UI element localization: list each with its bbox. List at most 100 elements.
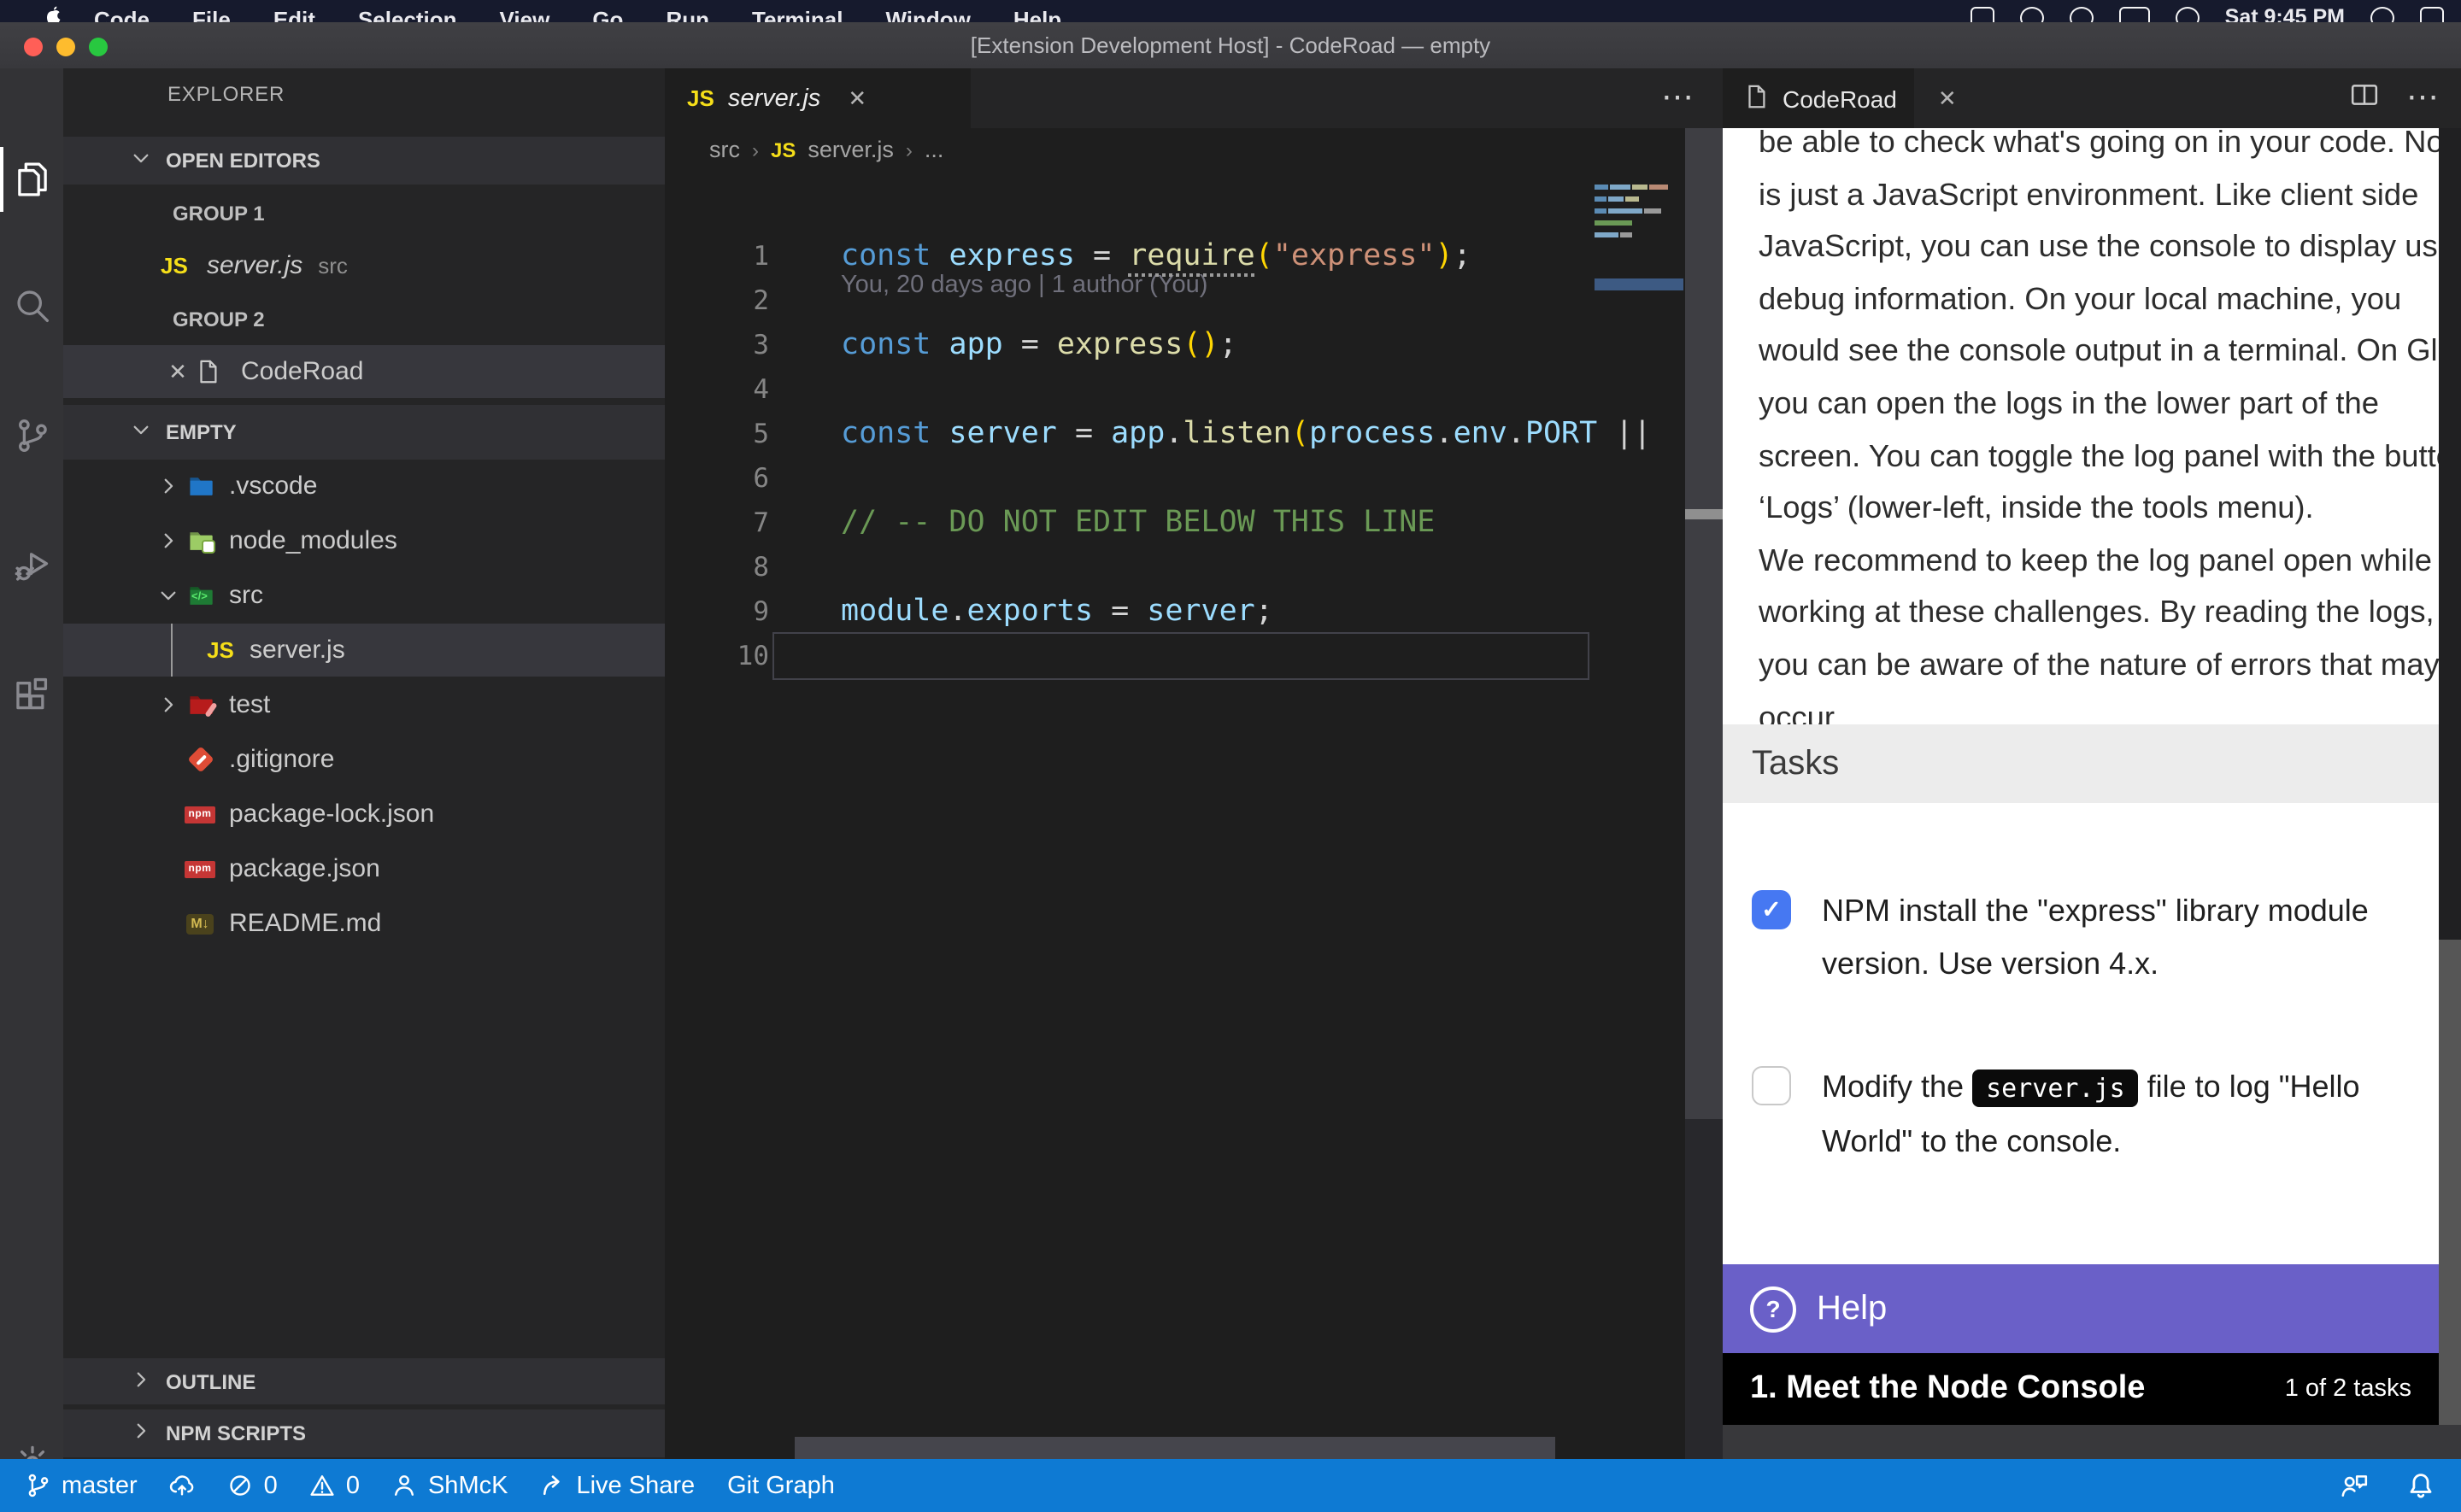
bell-icon[interactable]	[2406, 1471, 2435, 1500]
explorer-title: EXPLORER	[167, 82, 285, 106]
code-line[interactable]: 2	[665, 278, 1685, 323]
code-line[interactable]: 3const app = express();	[665, 323, 1685, 367]
code-line[interactable]: 1const express = require("express");	[665, 234, 1685, 278]
menu-item-terminal[interactable]: Terminal	[752, 6, 843, 22]
close-tab-icon[interactable]: ✕	[848, 85, 866, 112]
checkbox-checked[interactable]: ✓	[1752, 890, 1791, 929]
tab-coderoad[interactable]: CodeRoad ✕	[1723, 68, 1914, 128]
close-editor-icon[interactable]: ✕	[161, 358, 195, 385]
person-icon	[392, 1473, 418, 1498]
tree-item-gitignore[interactable]: .gitignore	[63, 733, 665, 786]
line-number: 8	[665, 545, 769, 589]
menubar-status-icons: Sat 9:45 PM	[1971, 5, 2444, 22]
code-line[interactable]: 4	[665, 367, 1685, 412]
menu-item-view[interactable]: View	[500, 6, 550, 22]
section-open-editors[interactable]: OPEN EDITORS	[63, 137, 665, 185]
indent-guide	[171, 624, 173, 677]
statusbar-cloud-upload[interactable]	[170, 1473, 196, 1498]
wifi-icon[interactable]	[2176, 6, 2200, 22]
battery-icon[interactable]	[2119, 6, 2150, 22]
paragraph-line: JavaScript, you can use the console to d…	[1759, 220, 2415, 273]
tree-item-test[interactable]: test	[63, 678, 665, 731]
shield-icon[interactable]	[2020, 6, 2044, 22]
breadcrumb-item-server.js[interactable]: server.js	[808, 137, 894, 162]
code-line[interactable]: 5const server = app.listen(process.env.P…	[665, 412, 1685, 456]
open-editor-server.js[interactable]: JSserver.jssrc	[63, 239, 665, 292]
tree-item-label: server.js	[250, 636, 345, 665]
tree-item-READMEmd[interactable]: M↓README.md	[63, 897, 665, 950]
line-number: 4	[665, 367, 769, 412]
apple-icon	[41, 5, 63, 22]
circle-slash-icon	[228, 1473, 254, 1498]
editor-group[interactable]: JS server.js ✕ ⋯ src›JSserver.js›... You…	[665, 68, 1723, 1459]
folder-test-icon	[185, 691, 215, 718]
group-label: GROUP 2	[63, 307, 265, 331]
display-icon[interactable]	[1971, 6, 1994, 22]
menu-item-selection[interactable]: Selection	[358, 6, 457, 22]
activity-item-explorer[interactable]	[0, 140, 63, 219]
statusbar-0[interactable]: 0	[228, 1472, 278, 1499]
webview-scrollbar[interactable]	[2439, 128, 2461, 1425]
menu-item-go[interactable]: Go	[592, 6, 623, 22]
breadcrumb-item-...[interactable]: ...	[925, 137, 944, 162]
menu-item-edit[interactable]: Edit	[273, 6, 315, 22]
menu-item-window[interactable]: Window	[885, 6, 970, 22]
control-center-icon[interactable]	[2420, 6, 2444, 22]
activity-item-extensions[interactable]	[0, 656, 63, 735]
panel-tab-label: CodeRoad	[1783, 85, 1897, 112]
section-outline[interactable]: OUTLINE	[63, 1358, 665, 1404]
tree-item-src[interactable]: </>src	[63, 569, 665, 622]
activity-item-search[interactable]	[0, 267, 63, 345]
statusbar-live-share[interactable]: Live Share	[540, 1472, 695, 1499]
code-line[interactable]: 6	[665, 456, 1685, 501]
statusbar-master[interactable]: master	[26, 1472, 138, 1499]
menu-item-code[interactable]: Code	[94, 6, 150, 22]
activity-item-run-debug[interactable]	[0, 526, 63, 605]
tree-item-node_modules[interactable]: node_modules	[63, 514, 665, 567]
editor-panel-sash[interactable]	[1685, 128, 1723, 1459]
code-lines[interactable]: 1const express = require("express");23co…	[665, 234, 1685, 678]
statusbar-git-graph[interactable]: Git Graph	[727, 1472, 835, 1499]
spotlight-icon[interactable]	[2370, 6, 2394, 22]
activity-item-source-control[interactable]	[0, 396, 63, 475]
js-file-icon: JS	[687, 85, 714, 111]
breadcrumb-separator-icon: ›	[752, 138, 759, 161]
tree-item-serverjs[interactable]: JSserver.js	[63, 624, 665, 677]
breadcrumb[interactable]: src›JSserver.js›...	[665, 128, 1685, 171]
editor-actions-more-icon[interactable]: ⋯	[1661, 68, 1695, 128]
panel-more-icon[interactable]: ⋯	[2406, 79, 2440, 118]
line-number: 3	[665, 323, 769, 367]
tree-item-package-lockjson[interactable]: npmpackage-lock.json	[63, 788, 665, 841]
statusbar-shmck[interactable]: ShMcK	[392, 1472, 508, 1499]
code-text: const app = express();	[769, 323, 1237, 367]
lesson-footer[interactable]: 1. Meet the Node Console 1 of 2 tasks	[1723, 1353, 2439, 1425]
feedback-icon[interactable]	[2340, 1471, 2369, 1500]
split-editor-icon[interactable]	[2350, 79, 2379, 117]
sash-handle[interactable]	[1685, 509, 1723, 519]
horizontal-scrollbar[interactable]	[795, 1437, 1555, 1459]
code-text	[769, 278, 841, 323]
minimap[interactable]	[1595, 185, 1683, 239]
code-text: module.exports = server;	[769, 589, 1273, 634]
code-line[interactable]: 9module.exports = server;	[665, 589, 1685, 634]
tab-server-js[interactable]: JS server.js ✕	[665, 68, 971, 128]
checkbox-unchecked[interactable]	[1752, 1066, 1791, 1105]
help-bar[interactable]: ? Help	[1723, 1264, 2439, 1353]
code-line[interactable]: 7// -- DO NOT EDIT BELOW THIS LINE	[665, 501, 1685, 545]
menu-item-file[interactable]: File	[192, 6, 231, 22]
statusbar-0[interactable]: 0	[310, 1472, 360, 1499]
tree-item-packagejson[interactable]: npmpackage.json	[63, 842, 665, 895]
close-panel-tab-icon[interactable]: ✕	[1938, 85, 1957, 112]
tree-item-vscode[interactable]: .vscode	[63, 460, 665, 513]
section-workspace-empty[interactable]: EMPTY	[63, 405, 665, 460]
code-text: // -- DO NOT EDIT BELOW THIS LINE	[769, 501, 1435, 545]
menu-item-run[interactable]: Run	[666, 6, 709, 22]
menubar-clock[interactable]: Sat 9:45 PM	[2225, 5, 2345, 22]
menu-item-help[interactable]: Help	[1013, 6, 1061, 22]
section-npm-scripts[interactable]: NPM SCRIPTS	[63, 1409, 665, 1457]
open-editor-coderoad[interactable]: ✕CodeRoad	[63, 345, 665, 398]
code-line[interactable]: 8	[665, 545, 1685, 589]
breadcrumb-item-src[interactable]: src	[709, 137, 740, 162]
sync-icon[interactable]	[2070, 6, 2094, 22]
coderoad-webview: be able to check what's going on in your…	[1723, 128, 2439, 1425]
